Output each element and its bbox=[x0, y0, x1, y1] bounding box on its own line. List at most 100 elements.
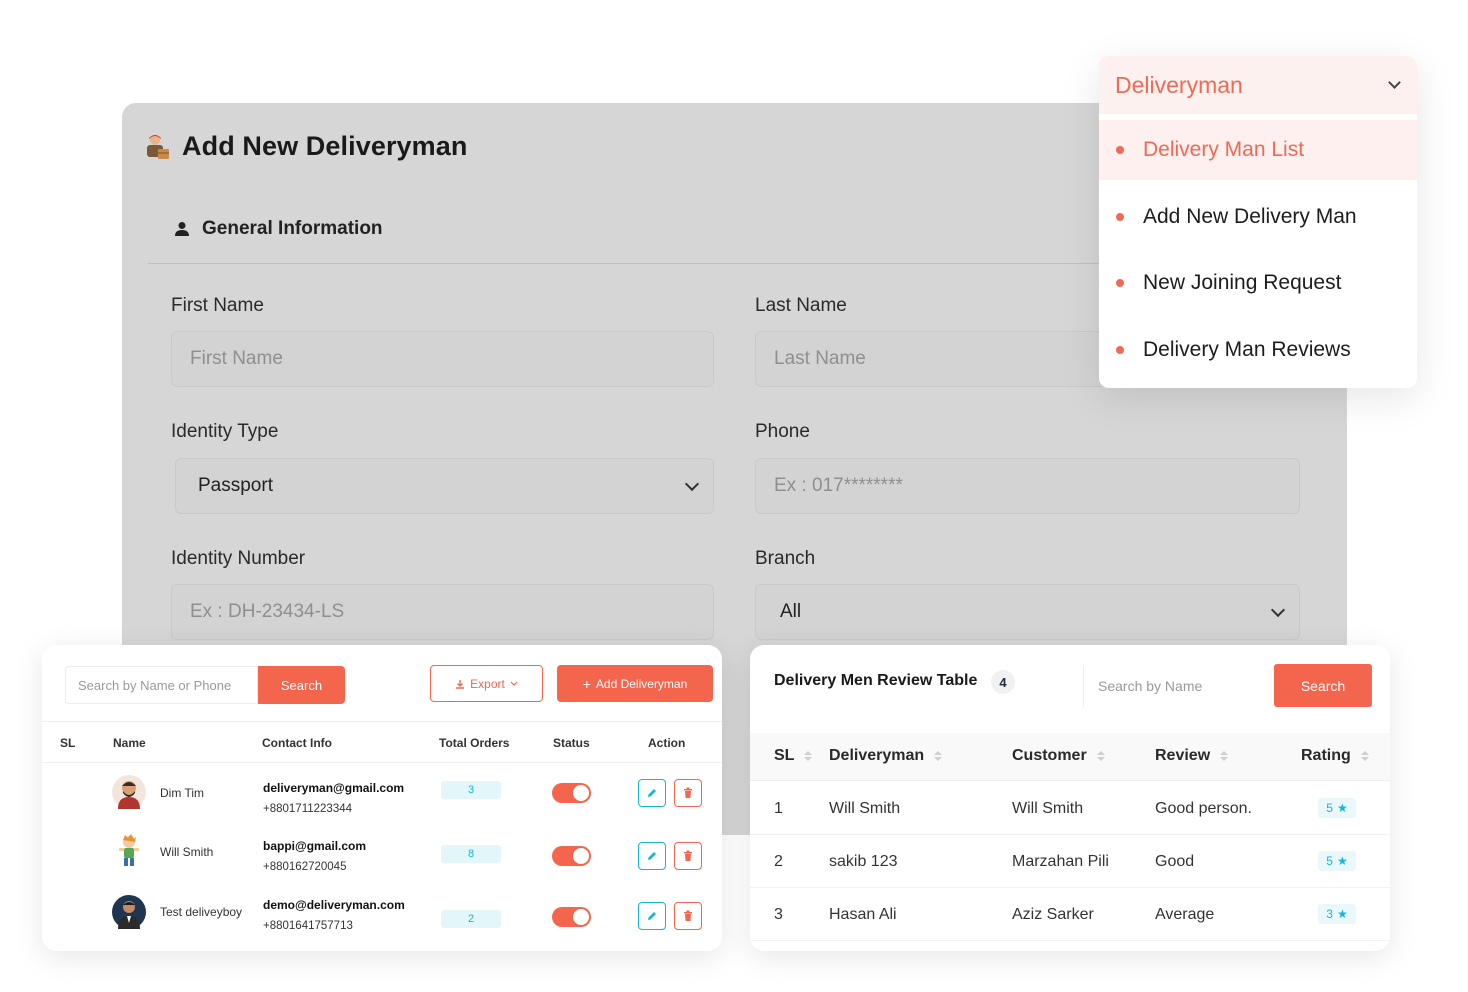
menu-item-label: Delivery Man List bbox=[1143, 138, 1305, 161]
table-row: Test deliveyboy demo@deliveryman.com +88… bbox=[42, 885, 722, 945]
col-label: Deliveryman bbox=[829, 747, 925, 764]
last-name-label: Last Name bbox=[755, 295, 847, 316]
total-orders-badge: 3 bbox=[441, 781, 501, 799]
deliveryman-name: Dim Tim bbox=[160, 786, 204, 800]
trash-icon bbox=[684, 910, 692, 921]
deliveryman-email: demo@deliveryman.com bbox=[263, 898, 405, 912]
review-table-title: Delivery Men Review Table bbox=[774, 672, 978, 689]
deliveryman-phone: +880162720045 bbox=[263, 861, 347, 873]
trash-icon bbox=[684, 787, 692, 798]
menu-item-delivery-man-reviews[interactable]: Delivery Man Reviews bbox=[1099, 320, 1417, 380]
status-toggle[interactable] bbox=[552, 846, 591, 866]
edit-button[interactable] bbox=[638, 842, 666, 870]
export-label: Export bbox=[470, 676, 505, 691]
pencil-icon bbox=[648, 912, 656, 920]
menu-item-delivery-man-list[interactable]: Delivery Man List bbox=[1099, 120, 1417, 180]
col-sl[interactable]: SL bbox=[774, 747, 813, 765]
sort-icon bbox=[804, 751, 813, 761]
bullet-icon bbox=[1116, 346, 1124, 354]
cell-sl: 2 bbox=[774, 853, 783, 870]
cell-customer: Marzahan Pili bbox=[1012, 853, 1109, 870]
export-button[interactable]: Export bbox=[430, 665, 543, 702]
identity-type-select[interactable]: Passport bbox=[175, 458, 714, 514]
sort-icon bbox=[1360, 751, 1369, 761]
menu-header[interactable]: Deliveryman bbox=[1099, 56, 1417, 114]
deliveryman-list-card: Search by Name or Phone Search Export + … bbox=[42, 645, 722, 951]
sort-icon bbox=[1220, 751, 1229, 761]
table-row: 2 sakib 123 Marzahan Pili Good 5 ★ bbox=[750, 835, 1390, 888]
chevron-down-icon bbox=[1270, 602, 1286, 617]
cell-deliveryman: sakib 123 bbox=[829, 853, 898, 870]
star-icon: ★ bbox=[1336, 801, 1348, 815]
col-deliveryman[interactable]: Deliveryman bbox=[829, 747, 943, 765]
total-orders-badge: 8 bbox=[441, 845, 501, 863]
review-search-input[interactable]: Search by Name bbox=[1098, 665, 1274, 707]
identity-number-label: Identity Number bbox=[171, 548, 306, 569]
cell-deliveryman: Hasan Ali bbox=[829, 906, 897, 923]
col-label: Review bbox=[1155, 747, 1211, 764]
star-icon: ★ bbox=[1336, 907, 1348, 921]
col-contact-info: Contact Info bbox=[262, 736, 332, 750]
star-icon: ★ bbox=[1336, 854, 1348, 868]
col-status: Status bbox=[553, 736, 590, 750]
col-sl: SL bbox=[60, 736, 76, 750]
menu-item-label: Delivery Man Reviews bbox=[1143, 338, 1351, 361]
col-total-orders: Total Orders bbox=[439, 736, 510, 750]
status-toggle[interactable] bbox=[552, 783, 591, 803]
menu-item-add-new-delivery-man[interactable]: Add New Delivery Man bbox=[1099, 187, 1417, 247]
deliveryman-phone: +8801711223344 bbox=[263, 803, 353, 815]
identity-type-value: Passport bbox=[198, 475, 273, 496]
edit-button[interactable] bbox=[638, 902, 666, 930]
col-rating[interactable]: Rating bbox=[1301, 747, 1369, 765]
section-title: General Information bbox=[202, 218, 383, 239]
chevron-down-icon bbox=[1388, 76, 1401, 89]
delete-button[interactable] bbox=[674, 842, 702, 870]
bullet-icon bbox=[1116, 146, 1124, 154]
user-icon bbox=[175, 222, 189, 236]
identity-number-input[interactable]: Ex : DH-23434-LS bbox=[171, 584, 714, 640]
table-row: 3 Hasan Ali Aziz Sarker Average 3 ★ bbox=[750, 888, 1390, 941]
rating-badge: 5 ★ bbox=[1318, 851, 1356, 871]
edit-button[interactable] bbox=[638, 779, 666, 807]
add-deliveryman-button[interactable]: + Add Deliveryman bbox=[557, 665, 713, 702]
deliveryman-phone: +8801641757713 bbox=[263, 920, 353, 932]
col-customer[interactable]: Customer bbox=[1012, 747, 1105, 765]
bullet-icon bbox=[1116, 213, 1124, 221]
chevron-down-icon bbox=[510, 681, 518, 686]
page-title: Add New Deliveryman bbox=[182, 131, 468, 161]
phone-input[interactable]: Ex : 017******** bbox=[755, 458, 1300, 514]
review-table-header: SL Deliveryman Customer Review Rating bbox=[750, 733, 1390, 781]
status-toggle[interactable] bbox=[552, 907, 591, 927]
table-row: Will Smith bappi@gmail.com +880162720045… bbox=[42, 825, 722, 885]
bullet-icon bbox=[1116, 279, 1124, 287]
menu-title: Deliveryman bbox=[1115, 71, 1243, 98]
menu-item-new-joining-request[interactable]: New Joining Request bbox=[1099, 253, 1417, 313]
cell-deliveryman: Will Smith bbox=[829, 800, 901, 817]
deliveryman-name: Will Smith bbox=[160, 845, 214, 859]
review-search-button[interactable]: Search bbox=[1274, 664, 1372, 707]
branch-label: Branch bbox=[755, 548, 816, 569]
search-input[interactable]: Search by Name or Phone bbox=[65, 666, 258, 704]
deliveryman-email: deliveryman@gmail.com bbox=[263, 781, 405, 795]
col-name: Name bbox=[113, 736, 146, 750]
avatar bbox=[112, 833, 146, 867]
menu-item-label: New Joining Request bbox=[1143, 271, 1342, 294]
search-button[interactable]: Search bbox=[258, 666, 345, 704]
cell-sl: 1 bbox=[774, 800, 783, 817]
delete-button[interactable] bbox=[674, 902, 702, 930]
branch-value: All bbox=[780, 601, 802, 622]
identity-type-label: Identity Type bbox=[171, 421, 279, 442]
section-general-information: General Information bbox=[174, 218, 383, 240]
rating-badge: 3 ★ bbox=[1318, 904, 1356, 924]
branch-select[interactable]: All bbox=[755, 584, 1300, 640]
col-label: Customer bbox=[1012, 747, 1087, 764]
first-name-input[interactable]: First Name bbox=[171, 331, 714, 387]
col-action: Action bbox=[648, 736, 686, 750]
delete-button[interactable] bbox=[674, 779, 702, 807]
review-table-card: Delivery Men Review Table 4 Search by Na… bbox=[750, 645, 1390, 951]
pencil-icon bbox=[648, 852, 656, 860]
page-title-group: Add New Deliveryman bbox=[144, 131, 468, 162]
rating-value: 5 bbox=[1326, 854, 1333, 868]
cell-customer: Will Smith bbox=[1012, 800, 1084, 817]
col-review[interactable]: Review bbox=[1155, 747, 1229, 765]
